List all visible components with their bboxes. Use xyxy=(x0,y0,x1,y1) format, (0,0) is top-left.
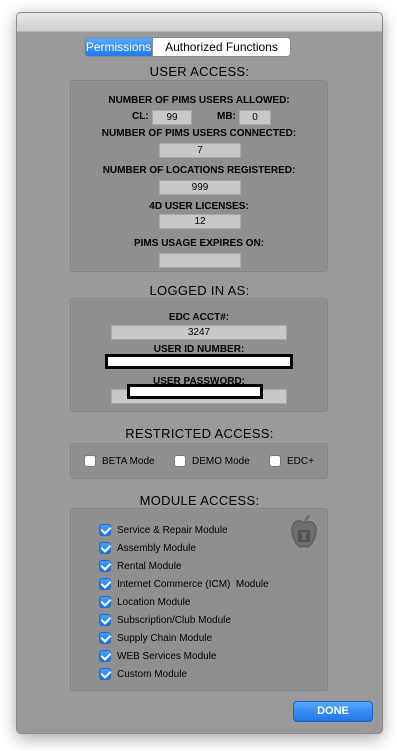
cl-field[interactable]: 99 xyxy=(152,110,192,125)
logged-in-panel: EDC ACCT#: 3247 USER ID NUMBER: USER PAS… xyxy=(70,298,328,412)
apple-logo-icon xyxy=(291,515,317,548)
edc-acct-field[interactable]: 3247 xyxy=(111,325,287,340)
module-label: Internet Commerce (ICM) Module xyxy=(117,578,269,590)
beta-mode-label: BETA Mode xyxy=(102,455,155,467)
module-list: Service & Repair Module Assembly Module … xyxy=(99,521,269,683)
restricted-access-panel: BETA Mode DEMO Mode EDC+ xyxy=(70,443,328,479)
cl-label: CL: xyxy=(132,111,149,122)
checkbox-checked-icon xyxy=(99,578,111,590)
licenses-field[interactable]: 12 xyxy=(159,214,241,229)
module-service-repair[interactable]: Service & Repair Module xyxy=(99,521,269,539)
tab-permissions[interactable]: Permissions xyxy=(85,38,152,56)
edc-plus-checkbox[interactable]: EDC+ xyxy=(269,455,314,467)
demo-mode-label: DEMO Mode xyxy=(192,455,250,467)
checkbox-checked-icon xyxy=(99,632,111,644)
checkbox-icon xyxy=(84,455,96,467)
licenses-label: 4D USER LICENSES: xyxy=(149,201,249,212)
checkbox-checked-icon xyxy=(99,614,111,626)
edc-acct-label: EDC ACCT#: xyxy=(168,312,230,323)
module-label: Custom Module xyxy=(117,668,188,680)
module-label: Location Module xyxy=(117,596,191,608)
module-label: Subscription/Club Module xyxy=(117,614,231,626)
module-icm[interactable]: Internet Commerce (ICM) Module xyxy=(99,575,269,593)
tab-bar: Permissions Authorized Functions xyxy=(84,37,291,57)
checkbox-checked-icon xyxy=(99,542,111,554)
edc-plus-label: EDC+ xyxy=(287,455,314,467)
user-id-redacted-field[interactable] xyxy=(105,354,293,369)
checkbox-checked-icon xyxy=(99,650,111,662)
users-connected-field[interactable]: 7 xyxy=(159,143,241,158)
mb-field[interactable]: 0 xyxy=(239,110,271,125)
checkbox-checked-icon xyxy=(99,560,111,572)
checkbox-checked-icon xyxy=(99,668,111,680)
restricted-access-title: RESTRICTED ACCESS: xyxy=(125,426,274,441)
module-subscription-club[interactable]: Subscription/Club Module xyxy=(99,611,269,629)
module-location[interactable]: Location Module xyxy=(99,593,269,611)
mb-label: MB: xyxy=(217,111,236,122)
module-assembly[interactable]: Assembly Module xyxy=(99,539,269,557)
user-access-title: USER ACCESS: xyxy=(149,64,250,79)
beta-mode-checkbox[interactable]: BETA Mode xyxy=(84,455,155,467)
permissions-window: Permissions Authorized Functions USER AC… xyxy=(16,12,383,734)
users-connected-label: NUMBER OF PIMS USERS CONNECTED: xyxy=(101,128,297,139)
checkbox-icon xyxy=(174,455,186,467)
checkbox-icon xyxy=(269,455,281,467)
module-access-title: MODULE ACCESS: xyxy=(139,493,260,508)
module-label: Assembly Module xyxy=(117,542,196,554)
title-bar[interactable] xyxy=(17,13,382,32)
locations-label: NUMBER OF LOCATIONS REGISTERED: xyxy=(102,165,296,176)
expires-label: PIMS USAGE EXPIRES ON: xyxy=(133,238,265,249)
module-web-services[interactable]: WEB Services Module xyxy=(99,647,269,665)
done-button[interactable]: DONE xyxy=(293,701,373,722)
module-rental[interactable]: Rental Module xyxy=(99,557,269,575)
module-supply-chain[interactable]: Supply Chain Module xyxy=(99,629,269,647)
users-allowed-label: NUMBER OF PIMS USERS ALLOWED: xyxy=(108,95,290,106)
module-label: Service & Repair Module xyxy=(117,524,228,536)
user-password-redaction xyxy=(127,384,263,399)
module-custom[interactable]: Custom Module xyxy=(99,665,269,683)
user-access-panel: NUMBER OF PIMS USERS ALLOWED: CL: 99 MB:… xyxy=(70,80,328,272)
module-label: WEB Services Module xyxy=(117,650,217,662)
logged-in-title: LOGGED IN AS: xyxy=(149,283,250,298)
module-label: Rental Module xyxy=(117,560,182,572)
checkbox-checked-icon xyxy=(99,524,111,536)
demo-mode-checkbox[interactable]: DEMO Mode xyxy=(174,455,250,467)
module-label: Supply Chain Module xyxy=(117,632,213,644)
tab-authorized-functions[interactable]: Authorized Functions xyxy=(152,38,290,56)
checkbox-checked-icon xyxy=(99,596,111,608)
locations-field[interactable]: 999 xyxy=(159,180,241,195)
expires-field[interactable] xyxy=(159,253,241,268)
